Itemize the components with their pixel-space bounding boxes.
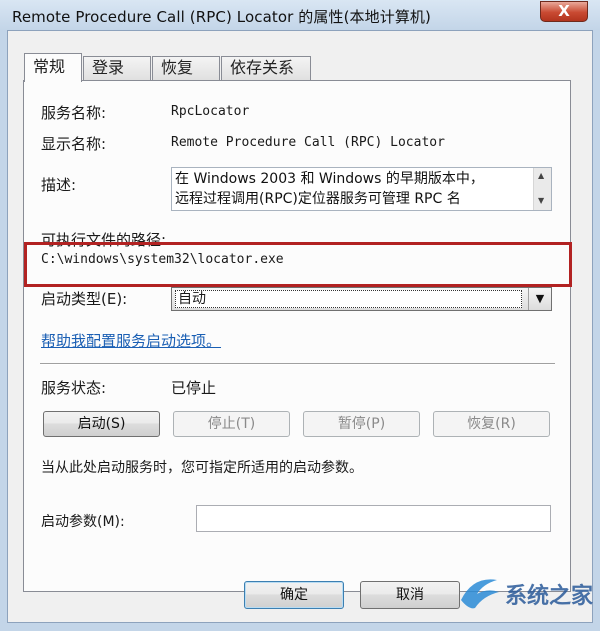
watermark-logo: 系统之家 [453, 570, 600, 616]
tab-label: 恢复 [161, 58, 194, 77]
service-status-label: 服务状态: [41, 379, 107, 397]
description-box[interactable]: 在 Windows 2003 和 Windows 的早期版本中， 远程过程调用(… [171, 167, 552, 211]
start-params-label: 启动参数(M): [41, 514, 125, 530]
help-link[interactable]: 帮助我配置服务启动选项。 [41, 330, 221, 351]
resume-button[interactable]: 恢复(R) [433, 411, 550, 437]
pause-button-label: 暂停(P) [337, 416, 386, 432]
startup-type-select[interactable]: 自动 ▼ [171, 287, 552, 311]
dialog-body: 常规 登录 恢复 依存关系 服务名称: RpcLocator 显示名称: Rem… [7, 30, 593, 623]
service-name-value: RpcLocator [171, 104, 250, 119]
svg-text:系统之家: 系统之家 [505, 583, 594, 609]
separator [40, 363, 555, 365]
start-button-label: 启动(S) [77, 416, 126, 432]
close-button[interactable]: X [540, 1, 588, 22]
title-bar: Remote Procedure Call (RPC) Locator 的属性(… [0, 0, 600, 30]
startup-type-label: 启动类型(E): [41, 290, 128, 308]
pause-button[interactable]: 暂停(P) [303, 411, 420, 437]
startup-type-highlight [24, 242, 572, 287]
startup-type-value: 自动 [175, 290, 522, 308]
description-text: 在 Windows 2003 和 Windows 的早期版本中， 远程过程调用(… [175, 171, 484, 207]
tab-dependencies[interactable]: 依存关系 [221, 56, 311, 80]
cancel-button-label: 取消 [396, 587, 424, 603]
scroll-down-icon[interactable]: ▼ [538, 196, 544, 205]
service-name-label: 服务名称: [41, 104, 107, 122]
tab-label: 登录 [92, 58, 125, 77]
service-status-value: 已停止 [171, 379, 217, 397]
display-name-value: Remote Procedure Call (RPC) Locator [171, 135, 445, 150]
start-params-input[interactable] [196, 505, 551, 532]
cancel-button[interactable]: 取消 [360, 581, 460, 609]
start-params-hint: 当从此处启动服务时，您可指定所适用的启动参数。 [41, 460, 363, 476]
ok-button[interactable]: 确定 [244, 581, 344, 609]
tab-label: 常规 [33, 57, 66, 76]
general-tab-panel: 服务名称: RpcLocator 显示名称: Remote Procedure … [23, 80, 571, 592]
window-title: Remote Procedure Call (RPC) Locator 的属性(… [12, 8, 431, 26]
tab-general[interactable]: 常规 [24, 53, 82, 82]
stop-button[interactable]: 停止(T) [173, 411, 290, 437]
resume-button-label: 恢复(R) [467, 416, 516, 432]
tab-recovery[interactable]: 恢复 [152, 56, 220, 80]
start-button[interactable]: 启动(S) [43, 411, 160, 437]
tab-label: 依存关系 [230, 58, 295, 77]
stop-button-label: 停止(T) [207, 416, 256, 432]
scroll-up-icon[interactable]: ▲ [538, 171, 544, 180]
chevron-down-icon[interactable]: ▼ [528, 288, 551, 310]
ok-button-label: 确定 [280, 587, 308, 603]
description-scrollbar[interactable]: ▲ ▼ [533, 168, 551, 210]
close-icon: X [558, 2, 570, 20]
description-label: 描述: [41, 176, 77, 194]
tab-logon[interactable]: 登录 [83, 56, 151, 80]
display-name-label: 显示名称: [41, 135, 107, 153]
